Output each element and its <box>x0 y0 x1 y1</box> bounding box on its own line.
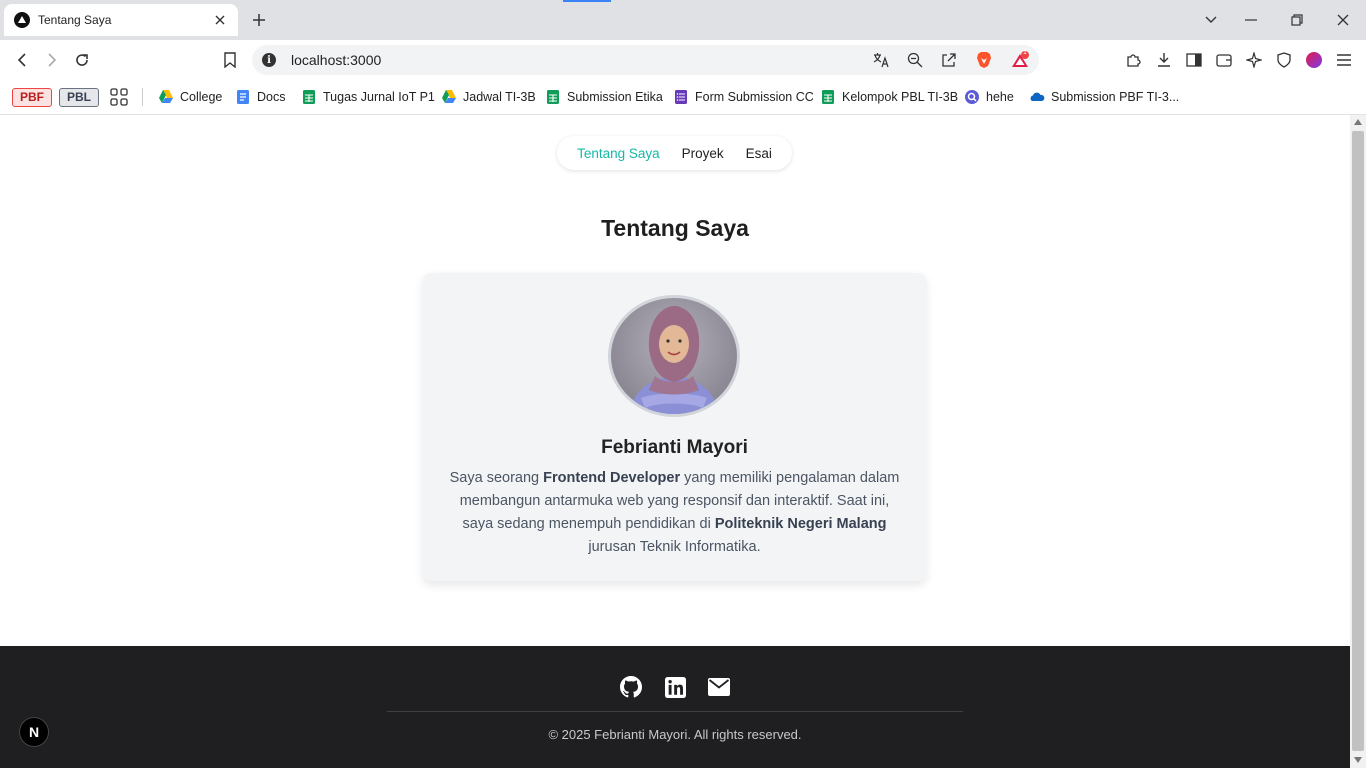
linkedin-icon[interactable] <box>663 675 687 699</box>
bookmark-kelompok-pbl[interactable]: Kelompok PBL TI-3B <box>820 86 958 108</box>
email-icon[interactable] <box>707 675 731 699</box>
new-tab-button[interactable] <box>249 10 269 30</box>
profile-bio: Saya seorang Frontend Developer yang mem… <box>449 470 900 555</box>
bio-highlight-school: Politeknik Negeri Malang <box>714 516 887 532</box>
scrollbar-thumb[interactable] <box>1352 131 1364 751</box>
copyright-text: © 2025 Febrianti Mayori. All rights rese… <box>548 727 802 742</box>
footer-divider <box>387 711 963 712</box>
bio-highlight-role: Frontend Developer <box>543 470 681 486</box>
page-viewport: Tentang Saya Proyek Esai Tentang Saya Fe… <box>0 115 1350 768</box>
bookmark-submission-etika[interactable]: Submission Etika <box>545 86 663 108</box>
tab-strip: Tentang Saya <box>0 0 1366 40</box>
page-title: Tentang Saya <box>601 215 749 241</box>
google-forms-icon <box>675 90 687 104</box>
bookmark-icon[interactable] <box>220 50 240 70</box>
tab-title: Tentang Saya <box>38 13 112 27</box>
google-sheets-icon <box>822 90 834 104</box>
top-nav: Tentang Saya Proyek Esai <box>557 136 792 170</box>
nav-link-proyek[interactable]: Proyek <box>682 146 724 161</box>
nextjs-dev-badge[interactable]: N <box>19 717 49 747</box>
reload-icon[interactable] <box>72 50 92 70</box>
vpn-shield-icon[interactable] <box>1274 50 1294 70</box>
bookmark-pbf[interactable]: PBF <box>12 86 52 108</box>
bookmark-college[interactable]: College <box>158 86 222 108</box>
back-icon[interactable] <box>12 50 32 70</box>
profile-card: Febrianti Mayori Saya seorang Frontend D… <box>423 273 926 581</box>
sidebar-icon[interactable] <box>1184 50 1204 70</box>
bookmark-submission-pbf[interactable]: Submission PBF TI-3... <box>1029 86 1179 108</box>
brave-rewards-icon[interactable]: 1 <box>1010 49 1030 70</box>
menu-icon[interactable] <box>1334 50 1354 70</box>
scroll-down-icon[interactable] <box>1354 757 1362 763</box>
google-sheets-icon <box>303 90 315 104</box>
google-drive-icon <box>442 90 456 103</box>
social-links <box>619 675 731 699</box>
zoom-out-icon[interactable] <box>905 50 925 70</box>
vertical-scrollbar[interactable] <box>1350 115 1366 768</box>
browser-tab[interactable]: Tentang Saya <box>4 4 238 36</box>
nav-link-esai[interactable]: Esai <box>746 146 772 161</box>
profile-photo <box>608 295 740 417</box>
extensions-icon[interactable] <box>1123 50 1143 70</box>
site-info-icon[interactable]: i <box>262 53 276 67</box>
google-sheets-icon <box>547 90 559 104</box>
bookmark-jadwal[interactable]: Jadwal TI-3B <box>441 86 536 108</box>
forward-icon[interactable] <box>42 50 62 70</box>
rewards-badge: 1 <box>1023 49 1027 56</box>
address-bar[interactable]: i localhost:3000 1 <box>252 45 1039 75</box>
download-icon[interactable] <box>1154 50 1174 70</box>
bookmark-pbl[interactable]: PBL <box>59 86 99 108</box>
google-drive-icon <box>159 90 173 103</box>
bookmark-hehe[interactable]: hehe <box>964 86 1014 108</box>
google-docs-icon <box>237 90 249 104</box>
nav-link-tentang-saya[interactable]: Tentang Saya <box>577 146 660 161</box>
onedrive-icon <box>1030 92 1045 101</box>
restore-button[interactable] <box>1287 10 1307 30</box>
search-app-icon <box>965 90 979 104</box>
brave-shields-icon[interactable] <box>974 50 994 70</box>
github-icon[interactable] <box>619 675 643 699</box>
bookmark-docs[interactable]: Docs <box>235 86 285 108</box>
bookmarks-bar: PBF PBL College Docs Tugas Jurnal IoT P1… <box>0 80 1366 115</box>
profile-avatar[interactable] <box>1304 50 1324 70</box>
bookmark-form-submission-cc[interactable]: Form Submission CC <box>673 86 814 108</box>
url-text[interactable]: localhost:3000 <box>291 52 381 68</box>
bookmarks-divider <box>142 88 143 106</box>
close-window-button[interactable] <box>1333 10 1353 30</box>
nextjs-favicon-icon <box>14 12 30 28</box>
site-footer: © 2025 Febrianti Mayori. All rights rese… <box>0 646 1350 768</box>
close-tab-icon[interactable] <box>212 12 228 28</box>
tab-strip-accent <box>563 0 611 2</box>
share-icon[interactable] <box>939 50 959 70</box>
minimize-button[interactable] <box>1241 10 1261 30</box>
bookmark-tugas-jurnal[interactable]: Tugas Jurnal IoT P1 <box>301 86 435 108</box>
profile-name: Febrianti Mayori <box>601 437 748 458</box>
translate-icon[interactable] <box>871 50 891 70</box>
apps-grid-icon[interactable] <box>110 86 128 108</box>
wallet-icon[interactable] <box>1214 50 1234 70</box>
leo-ai-icon[interactable] <box>1244 50 1264 70</box>
scroll-up-icon[interactable] <box>1354 119 1362 125</box>
tab-search-icon[interactable] <box>1201 10 1221 30</box>
